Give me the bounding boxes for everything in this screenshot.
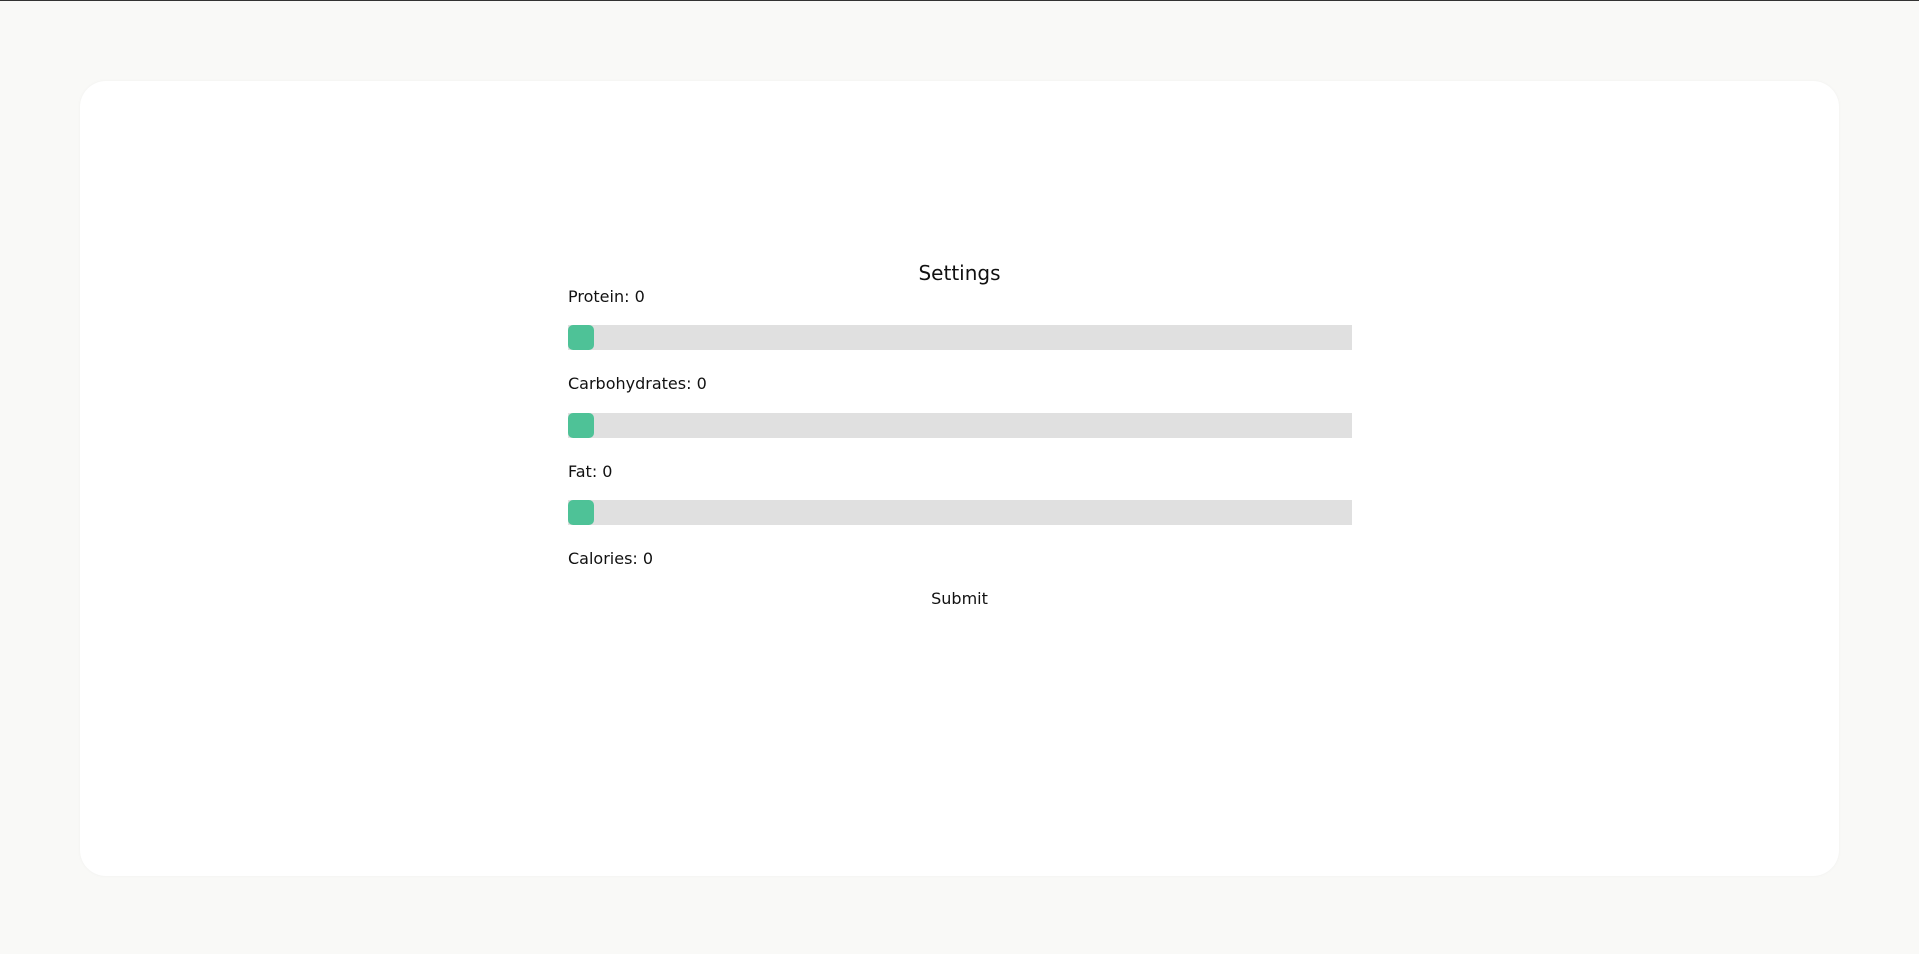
carbohydrates-slider-thumb[interactable]: [568, 413, 594, 438]
top-border: [0, 0, 1919, 1]
fat-slider[interactable]: [568, 500, 1352, 525]
carbohydrates-slider[interactable]: [568, 413, 1352, 438]
protein-slider[interactable]: [568, 325, 1352, 350]
settings-card: Settings: [80, 81, 1839, 876]
submit-button[interactable]: Submit: [931, 589, 988, 608]
protein-slider-thumb[interactable]: [568, 325, 594, 350]
protein-label: Protein: 0: [568, 287, 645, 306]
submit-row: Submit: [0, 589, 1919, 609]
fat-label: Fat: 0: [568, 462, 613, 481]
calories-readout: Calories: 0: [568, 549, 654, 568]
carbohydrates-label: Carbohydrates: 0: [568, 374, 707, 393]
page-title: Settings: [918, 261, 1001, 285]
fat-slider-thumb[interactable]: [568, 500, 594, 525]
